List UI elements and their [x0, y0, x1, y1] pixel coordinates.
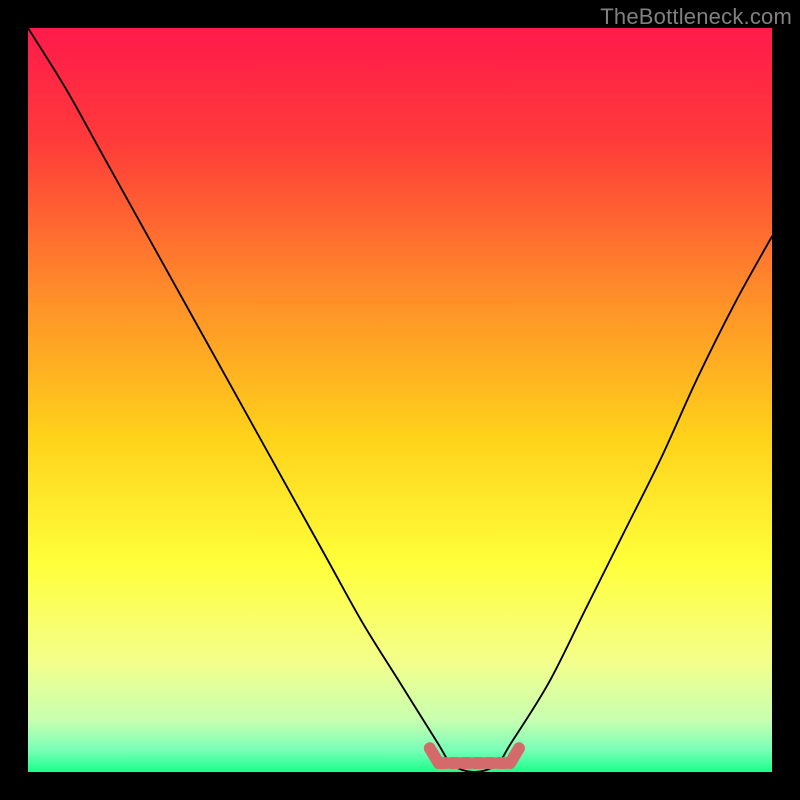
curve-layer	[28, 28, 772, 772]
bottleneck-curve	[28, 28, 772, 772]
watermark-text: TheBottleneck.com	[600, 4, 792, 30]
plot-area	[28, 28, 772, 772]
chart-frame: TheBottleneck.com	[0, 0, 800, 800]
